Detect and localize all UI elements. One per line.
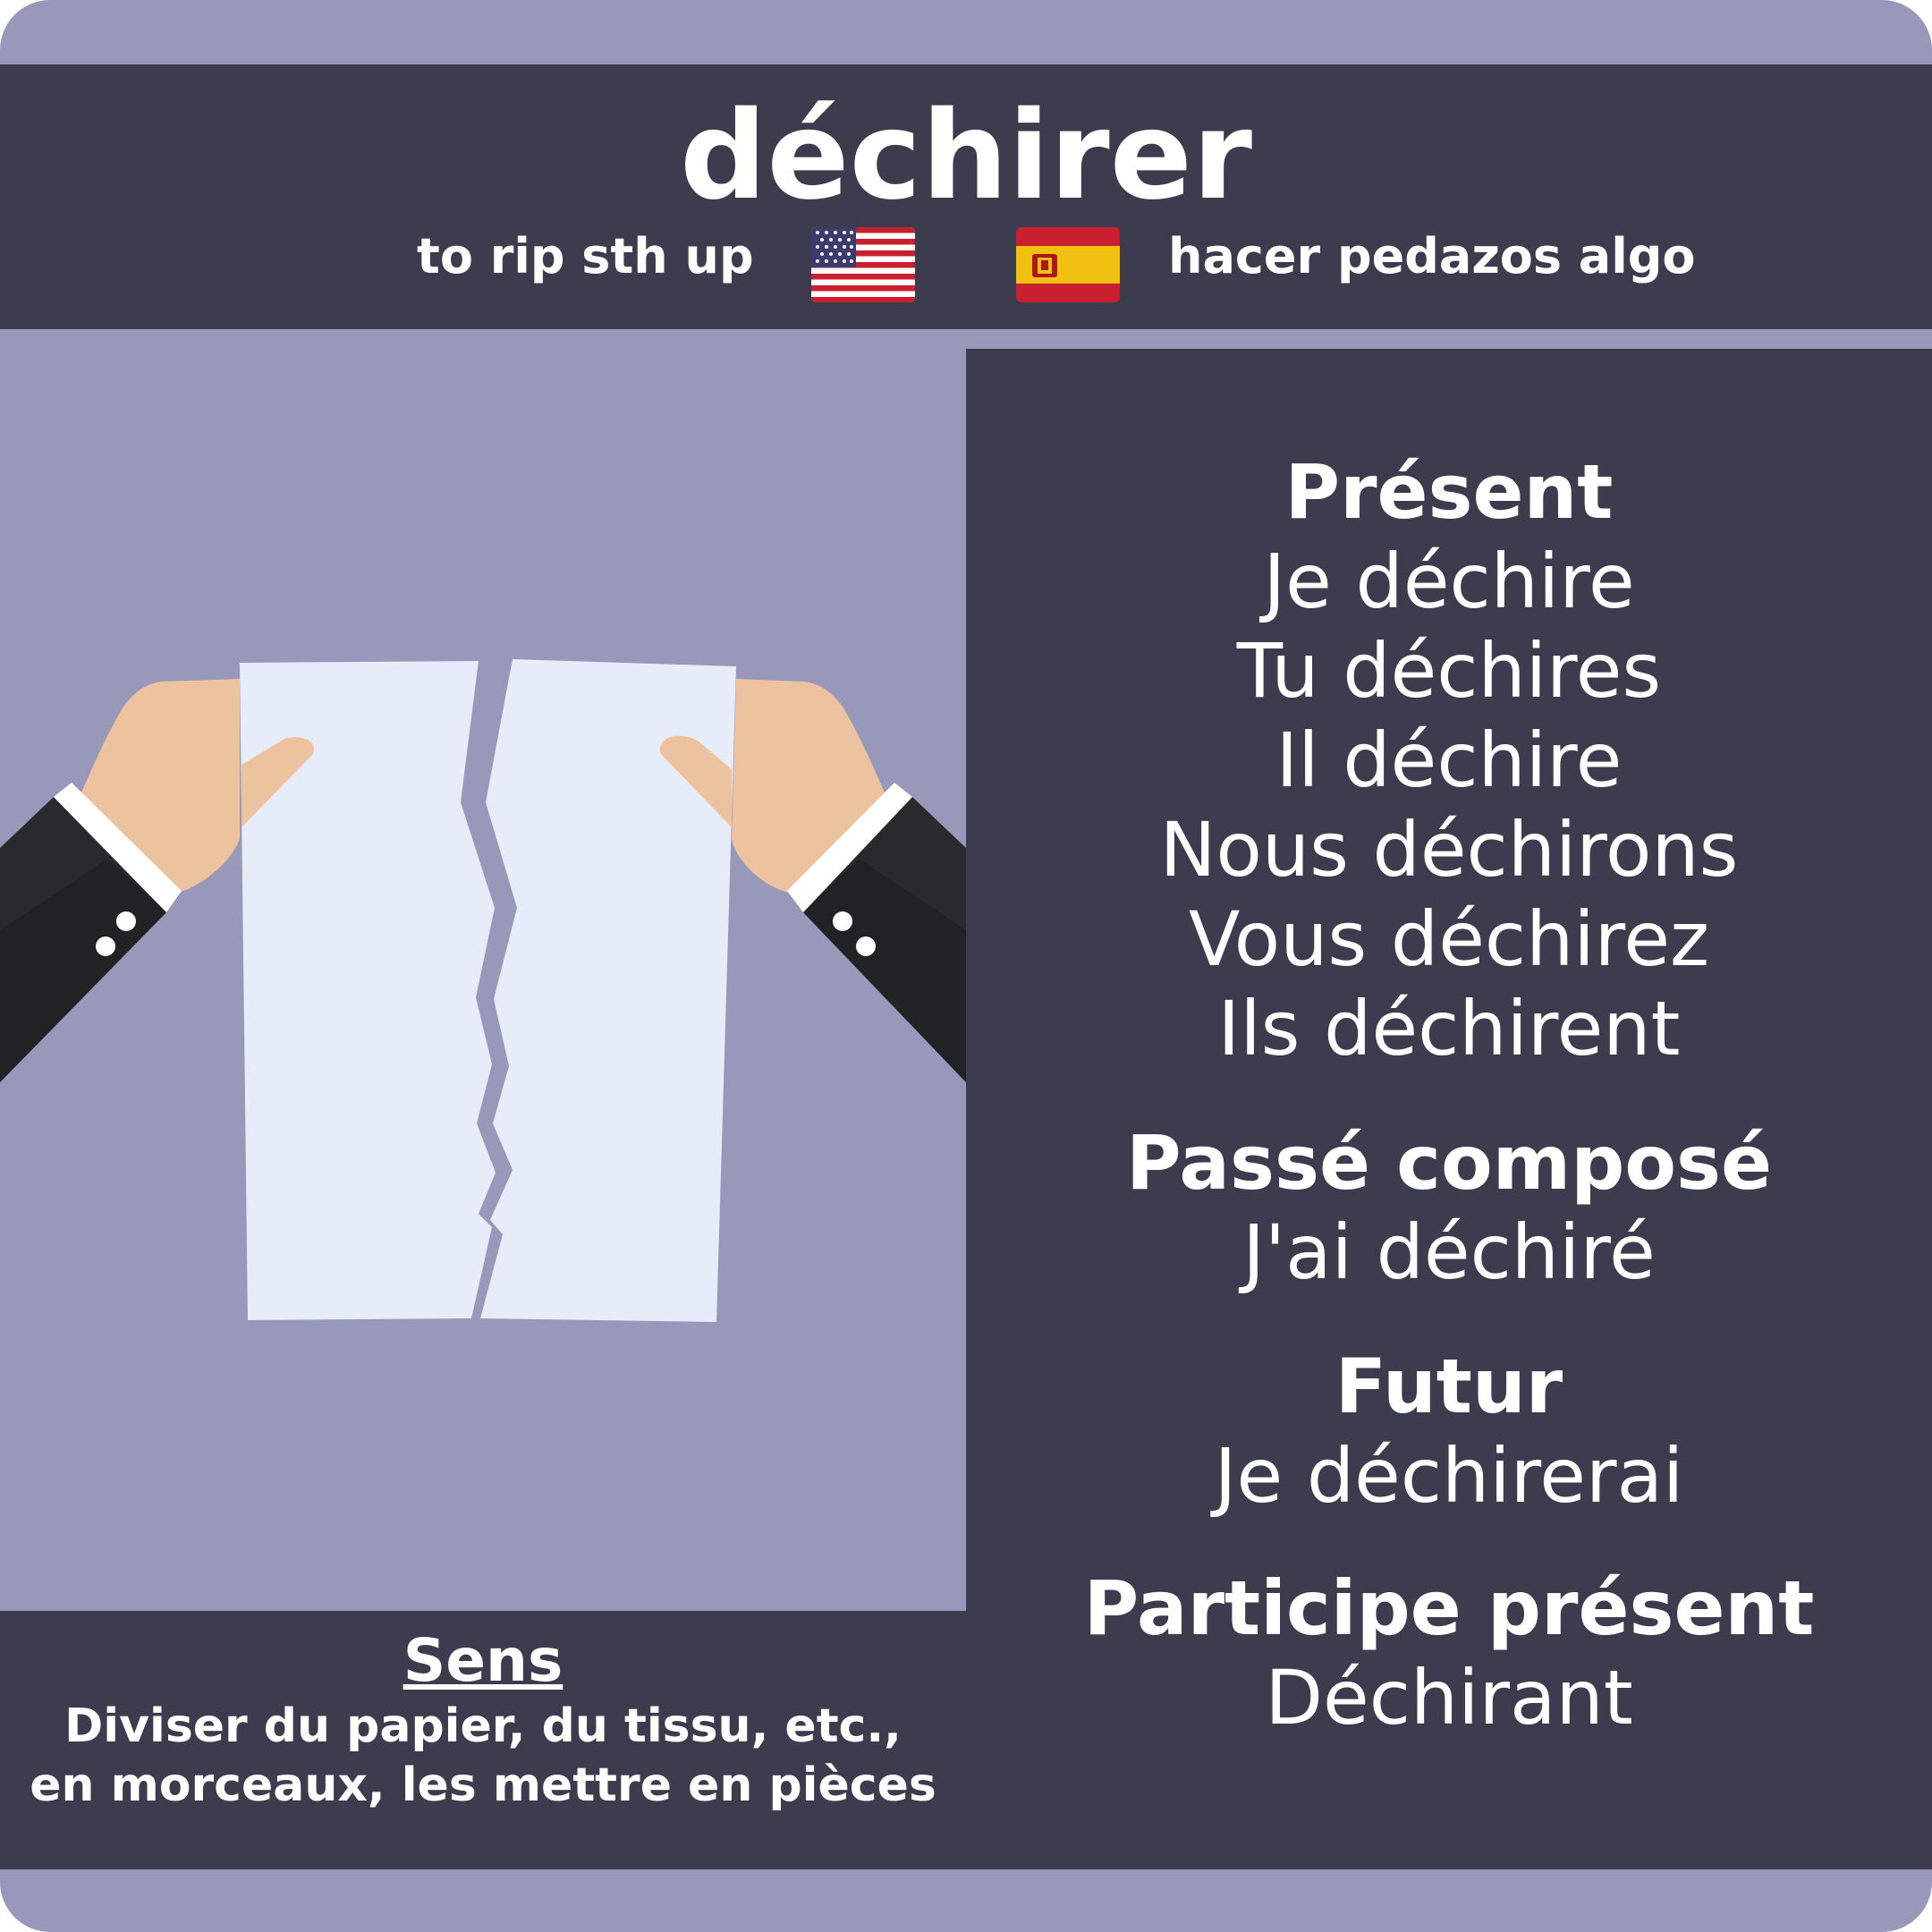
meaning-text: Diviser du papier, du tissu, etc., en mo… (30, 1699, 936, 1812)
spain-flag-icon (1016, 227, 1120, 302)
meaning-panel: Sens Diviser du papier, du tissu, etc., … (0, 1611, 966, 1869)
present-form: Il déchire (1275, 716, 1623, 804)
tense-futur-heading: Futur (1335, 1343, 1563, 1430)
left-cuff-button (116, 911, 136, 931)
english-translation: to rip sth up (417, 228, 754, 284)
right-cuff-button (856, 936, 876, 956)
verb-title: déchirer (679, 86, 1253, 227)
tense-passe-compose-heading: Passé composé (1125, 1119, 1773, 1207)
right-cuff-button (833, 911, 852, 931)
left-cuff-button (96, 936, 115, 956)
tense-present-heading: Présent (1284, 448, 1614, 536)
present-form: Vous déchirez (1188, 895, 1710, 983)
present-form: Tu déchires (1236, 627, 1662, 715)
header: déchirer to rip sth up hacer pedazos alg… (0, 64, 1932, 329)
present-form: Nous déchirons (1159, 806, 1739, 894)
futur-form: Je déchirerai (1214, 1432, 1684, 1520)
meaning-title: Sens (402, 1626, 564, 1695)
us-flag-icon (811, 227, 915, 302)
present-form: Je déchire (1263, 538, 1635, 625)
passe-compose-form: J'ai déchiré (1242, 1208, 1656, 1296)
conjugation-panel: Présent Je déchire Tu déchires Il déchir… (966, 349, 1932, 1869)
present-form: Ils déchirent (1217, 985, 1681, 1072)
participe-present-form: Déchirant (1265, 1654, 1633, 1741)
tense-participe-present-heading: Participe présent (1083, 1564, 1815, 1652)
spanish-translation: hacer pedazos algo (1168, 228, 1696, 284)
flashcard: déchirer to rip sth up hacer pedazos alg… (0, 0, 1932, 1932)
hands-tearing-paper-illustration (0, 659, 966, 1322)
